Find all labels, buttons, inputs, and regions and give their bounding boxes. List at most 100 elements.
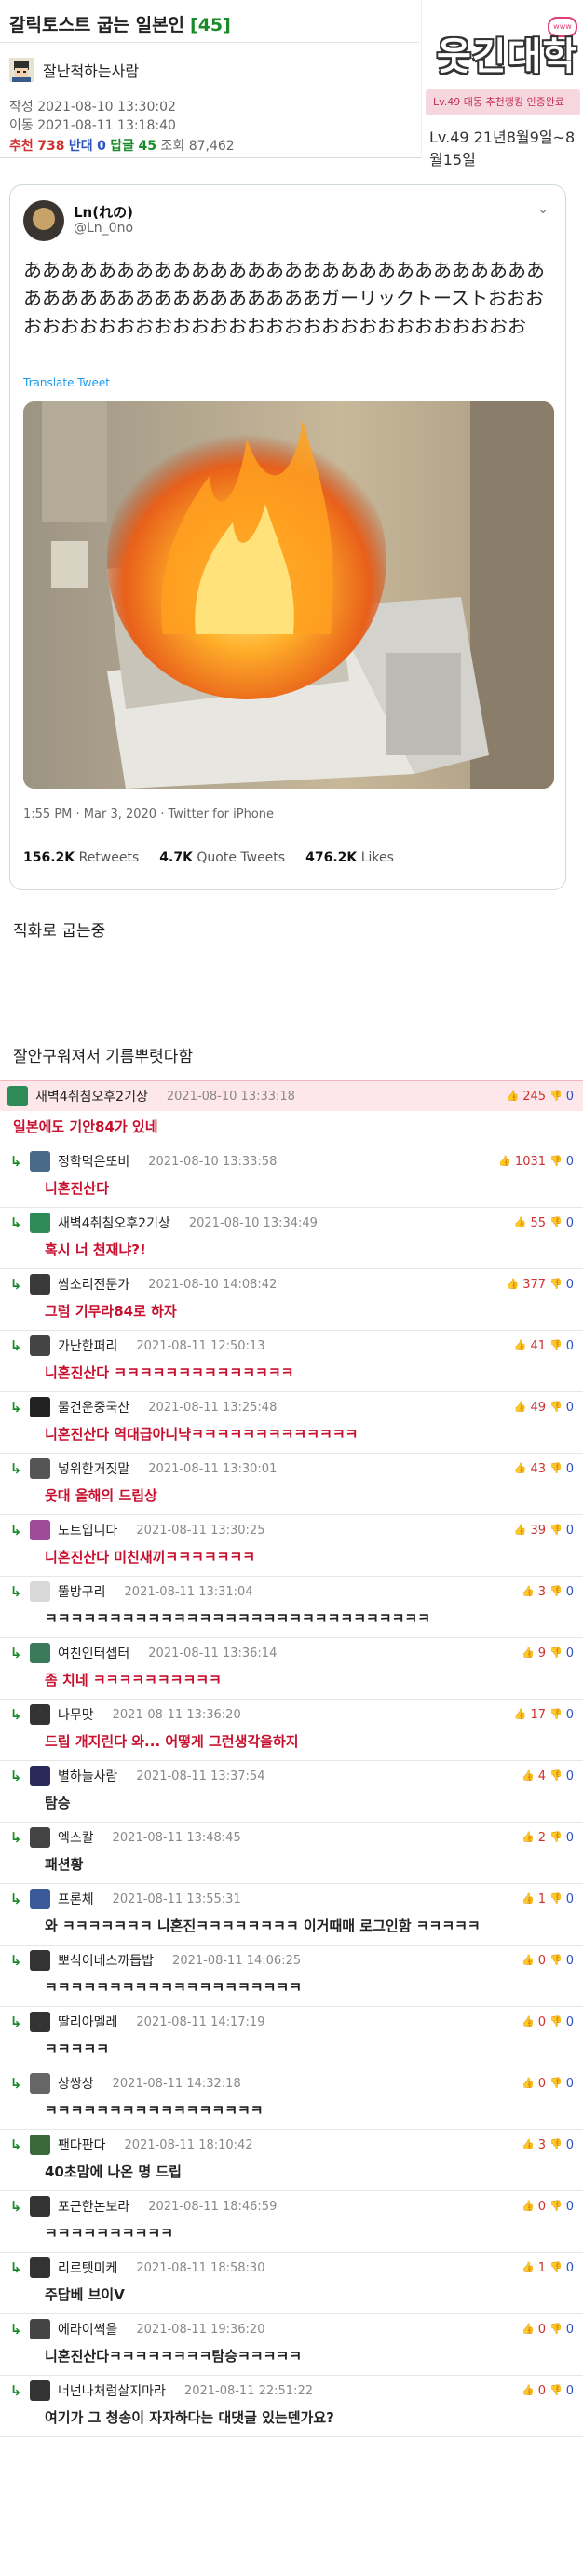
thumbs-down-icon[interactable]: 👎 (549, 1401, 563, 1415)
thumbs-down-icon[interactable]: 👎 (549, 1892, 563, 1906)
thumbs-down-icon[interactable]: 👎 (549, 2323, 563, 2337)
thumbs-down-icon[interactable]: 👎 (549, 1090, 563, 1104)
commenter-nick[interactable]: 여친인터셉터 (58, 1644, 129, 1662)
commenter-nick[interactable]: 포근한논보라 (58, 2197, 129, 2216)
likes-stat[interactable]: 476.2K Likes (305, 850, 394, 865)
commenter-nick[interactable]: 상쌍상 (58, 2074, 94, 2093)
thumbs-up-icon[interactable]: 👍 (514, 1462, 527, 1476)
commenter-avatar-icon[interactable] (30, 2257, 50, 2278)
thumbs-up-icon[interactable]: 👍 (522, 1954, 535, 1968)
commenter-avatar-icon[interactable] (30, 1274, 50, 1295)
commenter-avatar-icon[interactable] (30, 2135, 50, 2155)
commenter-avatar-icon[interactable] (30, 1889, 50, 1909)
thumbs-up-icon[interactable]: 👍 (522, 2384, 535, 2398)
commenter-avatar-icon[interactable] (30, 1151, 50, 1172)
thumbs-up-icon[interactable]: 👍 (514, 1401, 527, 1415)
thumbs-down-icon[interactable]: 👎 (549, 2200, 563, 2214)
commenter-avatar-icon[interactable] (30, 1950, 50, 1971)
tweet-author-handle[interactable]: @Ln_0no (74, 221, 133, 236)
commenter-nick[interactable]: 딸리아멜레 (58, 2013, 117, 2031)
commenter-avatar-icon[interactable] (30, 1581, 50, 1602)
commenter-avatar-icon[interactable] (30, 2073, 50, 2094)
thumbs-up-icon[interactable]: 👍 (514, 1339, 527, 1353)
thumbs-up-icon[interactable]: 👍 (514, 1524, 527, 1538)
thumbs-up-icon[interactable]: 👍 (522, 2200, 535, 2214)
commenter-nick[interactable]: 정학먹은또비 (58, 1152, 129, 1171)
thumbs-up-icon[interactable]: 👍 (522, 2323, 535, 2337)
commenter-nick[interactable]: 너넌나처럼살지마라 (58, 2381, 166, 2400)
translate-tweet-link[interactable]: Translate Tweet (23, 376, 110, 389)
commenter-nick[interactable]: 팬다판다 (58, 2135, 106, 2154)
thumbs-down-icon[interactable]: 👎 (549, 1524, 563, 1538)
commenter-avatar-icon[interactable] (30, 1458, 50, 1479)
chevron-down-icon[interactable]: ⌄ (537, 202, 549, 217)
commenter-nick[interactable]: 엑스칼 (58, 1828, 94, 1847)
commenter-avatar-icon[interactable] (30, 1520, 50, 1540)
thumbs-up-icon[interactable]: 👍 (514, 1708, 527, 1722)
thumbs-down-icon[interactable]: 👎 (549, 2384, 563, 2398)
tweet-avatar[interactable] (23, 200, 64, 241)
thumbs-down-icon[interactable]: 👎 (549, 2015, 563, 2029)
tweet-timestamp[interactable]: 1:55 PM · Mar 3, 2020 · Twitter for iPho… (23, 807, 274, 821)
tweet-photo[interactable] (23, 401, 554, 789)
thumbs-down-icon[interactable]: 👎 (549, 1155, 563, 1169)
thumbs-up-icon[interactable]: 👍 (522, 1892, 535, 1906)
commenter-avatar-icon[interactable] (30, 1213, 50, 1233)
thumbs-down-icon[interactable]: 👎 (549, 1339, 563, 1353)
commenter-nick[interactable]: 새벽4취침오후2기상 (35, 1087, 148, 1105)
thumbs-up-icon[interactable]: 👍 (522, 2077, 535, 2091)
thumbs-down-icon[interactable]: 👎 (549, 1278, 563, 1292)
thumbs-up-icon[interactable]: 👍 (506, 1278, 519, 1292)
commenter-nick[interactable]: 별하늘사람 (58, 1767, 117, 1785)
thumbs-up-icon[interactable]: 👍 (522, 2261, 535, 2275)
thumbs-up-icon[interactable]: 👍 (514, 1216, 527, 1230)
commenter-nick[interactable]: 에라이썩을 (58, 2320, 117, 2339)
commenter-avatar-icon[interactable] (7, 1086, 28, 1106)
commenter-avatar-icon[interactable] (30, 2196, 50, 2217)
thumbs-down-icon[interactable]: 👎 (549, 2138, 563, 2152)
thumbs-down-icon[interactable]: 👎 (549, 1769, 563, 1783)
thumbs-down-icon[interactable]: 👎 (549, 1585, 563, 1599)
commenter-avatar-icon[interactable] (30, 1335, 50, 1356)
commenter-nick[interactable]: 노트입니다 (58, 1521, 117, 1539)
thumbs-up-icon[interactable]: 👍 (522, 1585, 535, 1599)
commenter-nick[interactable]: 새벽4취침오후2기상 (58, 1213, 170, 1232)
thumbs-up-icon[interactable]: 👍 (498, 1155, 511, 1169)
thumbs-up-icon[interactable]: 👍 (522, 2138, 535, 2152)
embedded-tweet[interactable]: Ln(れの) @Ln_0no ⌄ あああああああああああああああああああああああ… (9, 184, 566, 890)
commenter-nick[interactable]: 쌈소리전문가 (58, 1275, 129, 1294)
thumbs-up-icon[interactable]: 👍 (522, 1769, 535, 1783)
tweet-author-name[interactable]: Ln(れの) (74, 202, 133, 222)
retweets-stat[interactable]: 156.2K Retweets (23, 850, 139, 865)
commenter-avatar-icon[interactable] (30, 2012, 50, 2032)
commenter-nick[interactable]: 나무맛 (58, 1705, 94, 1724)
commenter-nick[interactable]: 가난한퍼리 (58, 1336, 117, 1355)
thumbs-up-icon[interactable]: 👍 (522, 2015, 535, 2029)
thumbs-up-icon[interactable]: 👍 (522, 1831, 535, 1845)
thumbs-down-icon[interactable]: 👎 (549, 1647, 563, 1661)
commenter-avatar-icon[interactable] (30, 2319, 50, 2339)
commenter-nick[interactable]: 물건운중국산 (58, 1398, 129, 1417)
thumbs-down-icon[interactable]: 👎 (549, 1462, 563, 1476)
thumbs-down-icon[interactable]: 👎 (549, 2077, 563, 2091)
commenter-nick[interactable]: 넣위한거짓말 (58, 1459, 129, 1478)
thumbs-down-icon[interactable]: 👎 (549, 2261, 563, 2275)
commenter-nick[interactable]: 뚤방구리 (58, 1582, 106, 1601)
commenter-avatar-icon[interactable] (30, 1397, 50, 1417)
commenter-avatar-icon[interactable] (30, 1704, 50, 1725)
commenter-nick[interactable]: 뽀식이네스까듭밥 (58, 1951, 154, 1970)
comment-count[interactable]: [45] (190, 15, 231, 35)
quotes-stat[interactable]: 4.7K Quote Tweets (159, 850, 285, 865)
thumbs-down-icon[interactable]: 👎 (549, 1708, 563, 1722)
commenter-nick[interactable]: 리르텟미케 (58, 2258, 117, 2277)
thumbs-down-icon[interactable]: 👎 (549, 1216, 563, 1230)
author-name[interactable]: 잘난척하는사람 (43, 59, 139, 81)
thumbs-down-icon[interactable]: 👎 (549, 1954, 563, 1968)
commenter-avatar-icon[interactable] (30, 1827, 50, 1848)
commenter-avatar-icon[interactable] (30, 2380, 50, 2401)
thumbs-down-icon[interactable]: 👎 (549, 1831, 563, 1845)
commenter-avatar-icon[interactable] (30, 1643, 50, 1663)
commenter-nick[interactable]: 프론체 (58, 1890, 94, 1908)
thumbs-up-icon[interactable]: 👍 (506, 1090, 519, 1104)
site-logo[interactable]: www 웃긴대학 Lv.49 대동 추천랭킹 인증완료 Lv.49 21년8월9… (421, 0, 583, 169)
